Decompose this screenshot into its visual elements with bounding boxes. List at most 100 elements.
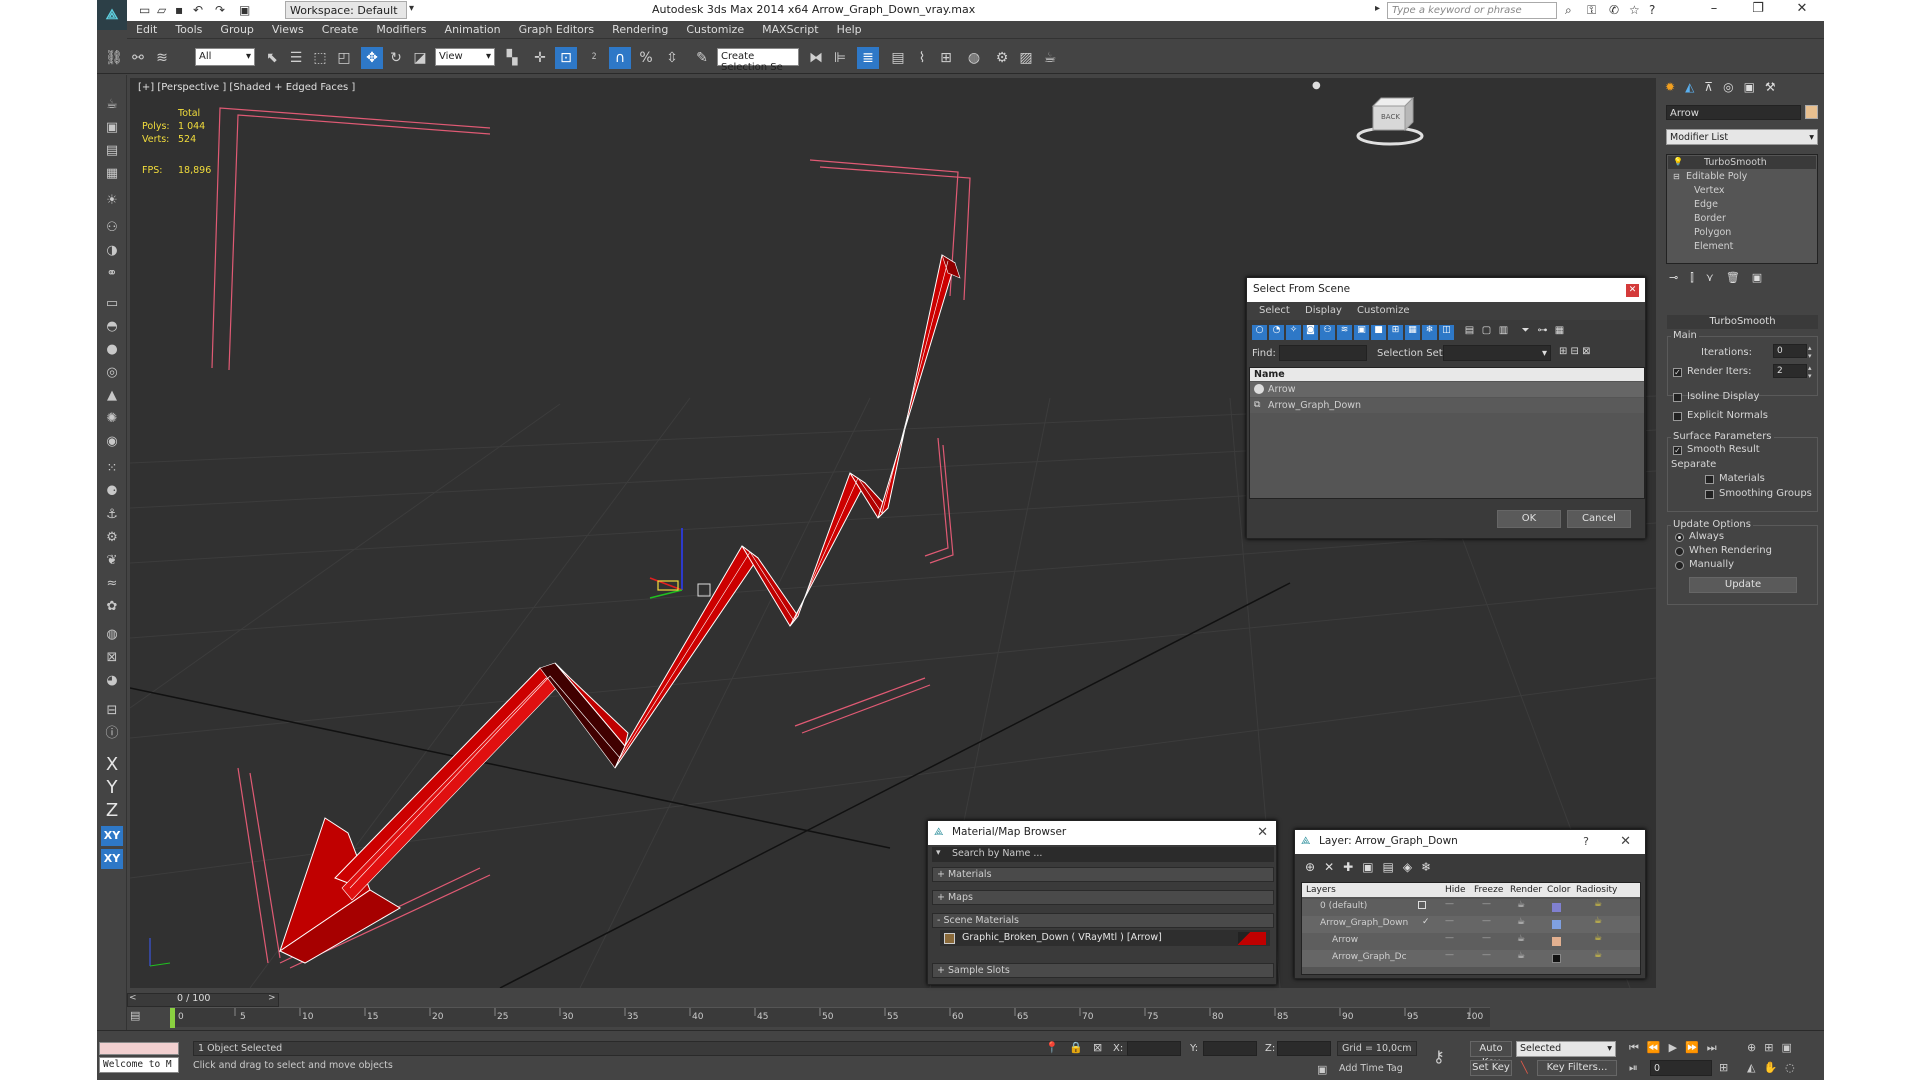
pan-view-icon[interactable]: ✋ — [1763, 1061, 1785, 1074]
list-item[interactable]: Arrow — [1250, 382, 1644, 397]
menu-modifiers[interactable]: Modifiers — [367, 21, 435, 36]
reference-coordinate-dropdown[interactable]: View ▾ — [435, 48, 495, 66]
radiosity-icon[interactable]: ☕ — [1594, 933, 1602, 943]
help-icon[interactable]: ? — [1649, 3, 1655, 17]
show-end-result-icon[interactable]: ⫿ — [1690, 271, 1706, 284]
filter-geometry-icon[interactable]: ○ — [1252, 325, 1267, 340]
render-icon[interactable]: ▣ — [101, 118, 123, 138]
selection-filter-dropdown[interactable]: All ▾ — [195, 48, 255, 66]
constrain-xy-cycle-button[interactable]: XY — [101, 849, 123, 869]
current-frame-marker[interactable] — [170, 1008, 175, 1028]
mini-curve-editor-icon[interactable]: ▤ — [130, 1009, 140, 1022]
display-tab-icon[interactable]: ▣ — [1744, 80, 1765, 94]
select-and-scale-icon[interactable]: ◪ — [409, 47, 431, 69]
sample-slots-section[interactable]: + Sample Slots — [932, 963, 1274, 978]
layer-add-selected-icon[interactable]: ✚ — [1343, 860, 1362, 874]
make-unique-icon[interactable]: ⋎ — [1706, 271, 1726, 284]
set-key-key-icon[interactable]: ⚷ — [1433, 1047, 1445, 1066]
geosphere-icon[interactable]: ◉ — [101, 432, 123, 452]
display-invert-icon[interactable]: ▥ — [1496, 325, 1511, 340]
turbosmooth-rollout-header[interactable]: TurboSmooth — [1667, 315, 1818, 329]
snaps-toggle-icon[interactable]: ⁲ — [583, 47, 605, 69]
filter-helpers-icon[interactable]: ⚇ — [1320, 325, 1335, 340]
maximize-button[interactable]: ❐ — [1743, 1, 1773, 16]
quick-access-more-icon[interactable]: ▾ — [409, 3, 414, 14]
move-gizmo[interactable] — [649, 528, 711, 599]
iterations-spinner[interactable]: 0 — [1773, 344, 1807, 358]
pin-stack-icon[interactable]: ⊸ — [1669, 271, 1690, 284]
render-iters-spinner-arrows-icon[interactable]: ▴ ▾ — [1808, 364, 1812, 380]
spacewarp-icon[interactable]: ⚭ — [101, 264, 123, 284]
particle-flow-icon[interactable]: ⚈ — [101, 482, 123, 502]
filter-frozen-icon[interactable]: ❄ — [1422, 325, 1437, 340]
filter-groups-icon[interactable]: ▣ — [1354, 325, 1369, 340]
isoline-display-checkbox[interactable] — [1673, 393, 1682, 402]
favorites-star-icon[interactable]: ☆ — [1629, 3, 1640, 17]
select-dialog-close-button[interactable]: ✕ — [1626, 284, 1639, 297]
col-hide[interactable]: Hide — [1445, 885, 1466, 895]
time-slider-prev-icon[interactable]: < — [129, 993, 137, 1003]
torus-icon[interactable]: ◎ — [101, 363, 123, 383]
info-icon[interactable]: ⓘ — [101, 724, 123, 744]
communication-icon[interactable]: ✆ — [1609, 3, 1619, 17]
particles-icon[interactable]: ⁙ — [101, 459, 123, 479]
table-row[interactable]: 0 (default) — — ☕ ☕ — [1302, 899, 1640, 916]
table-row[interactable]: Arrow — — ☕ ☕ — [1302, 933, 1640, 950]
layer-select-objects-icon[interactable]: ▣ — [1362, 860, 1382, 874]
update-always-radio[interactable] — [1675, 533, 1684, 542]
list-item[interactable]: Arrow_Graph_Down — [1250, 398, 1644, 413]
menu-animation[interactable]: Animation — [436, 21, 510, 36]
columns-icon[interactable]: ▦ — [1552, 325, 1567, 340]
layer-freeze-all-icon[interactable]: ❄ — [1421, 860, 1440, 874]
layer-color-swatch[interactable] — [1552, 954, 1561, 963]
col-layers[interactable]: Layers — [1306, 885, 1336, 895]
hierarchy-tab-icon[interactable]: ⊼ — [1704, 80, 1723, 94]
constrain-xy-button[interactable]: XY — [101, 826, 123, 846]
hide-toggle-icon[interactable]: — — [1445, 933, 1454, 943]
stack-item-editable-poly[interactable]: Editable Poly — [1668, 170, 1816, 183]
modifier-stack[interactable]: TurboSmooth 💡 Editable Poly ⊟ Vertex Edg… — [1666, 154, 1818, 264]
z-coord-field[interactable] — [1277, 1041, 1331, 1056]
radiosity-icon[interactable]: ☕ — [1594, 950, 1602, 960]
viewcube-icon[interactable] — [1356, 96, 1424, 146]
filter-shapes-icon[interactable]: ◔ — [1269, 325, 1284, 340]
freeze-toggle-icon[interactable]: — — [1482, 950, 1491, 960]
modifier-list-dropdown[interactable]: Modifier List ▾ — [1666, 129, 1818, 145]
material-search-options-icon[interactable]: ▾ — [936, 848, 941, 858]
filter-cameras-icon[interactable]: ◙ — [1303, 325, 1318, 340]
field-of-view-icon[interactable]: ◭ — [1747, 1061, 1763, 1074]
render-setup-icon[interactable]: ⚙ — [991, 47, 1013, 69]
infocenter-toggle-icon[interactable]: ▸ — [1375, 3, 1380, 14]
motion-tab-icon[interactable]: ◎ — [1723, 80, 1743, 94]
key-mode-toggle-icon[interactable]: ⏯ — [1629, 1061, 1638, 1075]
project-folder-icon[interactable]: ▣ — [239, 3, 250, 17]
zoom-all-icon[interactable]: ⊞ — [1764, 1041, 1781, 1054]
smooth-result-checkbox[interactable]: ✓ — [1673, 446, 1682, 455]
layer-color-swatch[interactable] — [1552, 937, 1561, 946]
select-dialog-menu-select[interactable]: Select — [1259, 305, 1290, 316]
cone-icon[interactable]: ▲ — [101, 386, 123, 406]
create-tab-icon[interactable]: ✹ — [1665, 80, 1685, 94]
stack-item-border[interactable]: Border — [1668, 212, 1816, 225]
render-teapot-icon[interactable]: ☕ — [1517, 900, 1525, 910]
col-render[interactable]: Render — [1510, 885, 1542, 895]
scene-material-item[interactable]: Graphic_Broken_Down ( VRayMtl ) [Arrow] — [940, 930, 1270, 946]
find-input[interactable] — [1279, 345, 1367, 361]
schematic-view-icon[interactable]: ⊞ — [935, 47, 957, 69]
sphere-icon[interactable]: ● — [101, 340, 123, 360]
layer-color-swatch[interactable] — [1552, 920, 1561, 929]
maxscript-input[interactable]: Welcome to M — [99, 1057, 179, 1073]
named-selection-set-dropdown[interactable]: Create Selection Se — [717, 48, 799, 73]
constrain-x-button[interactable]: X — [101, 755, 123, 775]
go-to-start-icon[interactable]: ⏮ — [1629, 1041, 1647, 1054]
selection-set-tools-icon[interactable]: ⊞ ⊟ ⊠ — [1559, 346, 1591, 357]
align-icon[interactable]: ⊫ — [829, 47, 851, 69]
auto-key-button[interactable]: Auto Key — [1470, 1041, 1512, 1068]
keyboard-shortcut-override-icon[interactable]: ⊡ — [555, 47, 577, 69]
filter-spacewarps-icon[interactable]: ≋ — [1337, 325, 1352, 340]
stack-item-turbosmooth[interactable]: TurboSmooth — [1668, 156, 1816, 169]
layer-highlight-icon[interactable]: ▤ — [1383, 860, 1403, 874]
render-iters-checkbox[interactable]: ✓ — [1673, 368, 1682, 377]
update-manually-radio[interactable] — [1675, 561, 1684, 570]
app-logo-icon[interactable]: ⟁ — [97, 0, 127, 30]
